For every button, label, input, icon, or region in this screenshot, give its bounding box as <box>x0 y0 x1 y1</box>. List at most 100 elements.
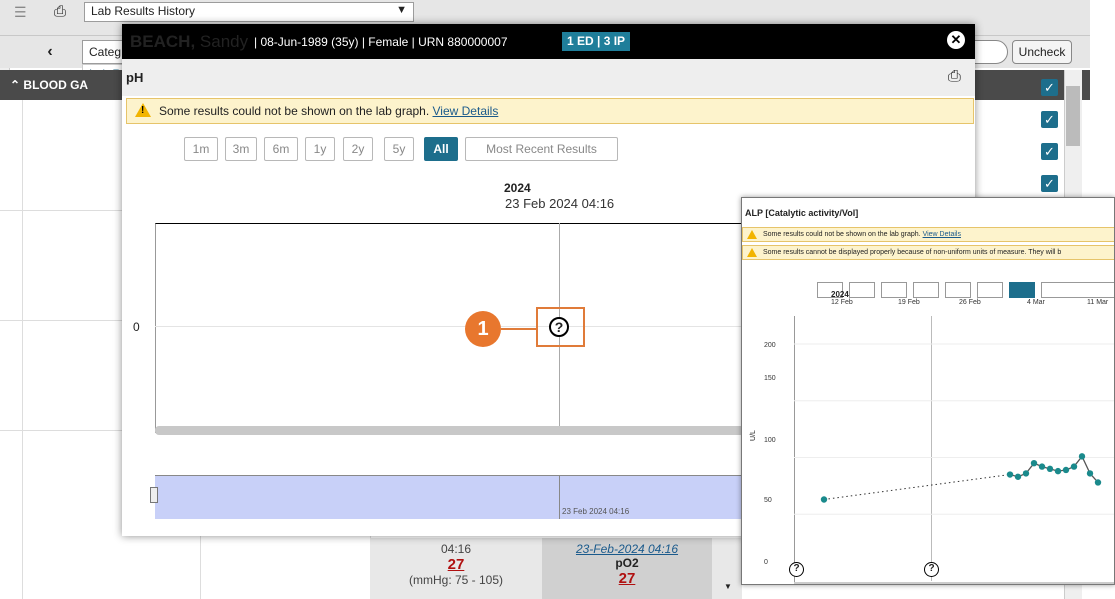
y-tick-label: 0 <box>133 320 140 334</box>
section-title: BLOOD GA <box>23 78 89 92</box>
y-tick-label: 100 <box>764 437 776 444</box>
horizontal-scrollbar[interactable] <box>794 582 1114 584</box>
print-icon[interactable]: ⎙ <box>948 68 961 86</box>
data-point[interactable] <box>820 496 828 503</box>
warning-icon: ! <box>135 103 151 117</box>
warning-banner: ! Some results could not be shown on the… <box>126 98 974 124</box>
navigator-handle[interactable] <box>150 487 158 503</box>
y-tick-label: 150 <box>764 375 776 382</box>
result-time: 04:16 <box>440 542 472 556</box>
range-button[interactable] <box>945 282 971 298</box>
inset-warning-2: Some results cannot be displayed properl… <box>742 245 1114 260</box>
x-axis-date: 23 Feb 2024 04:16 <box>505 196 615 211</box>
print-icon[interactable]: ⎙ <box>54 3 66 20</box>
warning-icon <box>747 230 757 239</box>
patient-banner <box>122 24 975 59</box>
x-axis-year: 2024 <box>831 290 849 299</box>
data-point[interactable] <box>1006 471 1014 478</box>
view-details-link[interactable]: View Details <box>923 231 961 238</box>
reference-range: (mmHg: 75 - 105) <box>408 573 504 587</box>
row-checkbox[interactable]: ✓ <box>1041 111 1058 128</box>
callout-line <box>501 328 537 330</box>
result-value-link[interactable]: 27 <box>370 556 542 573</box>
navigator-date: 23 Feb 2024 04:16 <box>562 507 630 516</box>
result-value-link[interactable]: 27 <box>542 570 712 587</box>
callout-badge: 1 <box>465 311 501 347</box>
alp-graph-inset: ALP [Catalytic activity/Vol] Some result… <box>741 197 1115 585</box>
data-point[interactable] <box>1030 459 1038 467</box>
view-details-link[interactable]: View Details <box>433 104 499 118</box>
chevron-up-icon: ⌃ <box>10 78 21 92</box>
x-tick-label: 19 Feb <box>898 299 920 306</box>
patient-details: | 08-Jun-1989 (35y) | Female | URN 88000… <box>254 35 508 49</box>
gap-line <box>823 474 1011 500</box>
y-tick-label: 200 <box>764 342 776 349</box>
close-icon[interactable]: ✕ <box>947 31 965 49</box>
range-all-button[interactable]: All <box>424 137 458 161</box>
range-5y-button[interactable]: 5y <box>384 137 414 161</box>
x-axis-year: 2024 <box>504 181 531 195</box>
range-all-button[interactable] <box>1009 282 1035 298</box>
inset-warning-1: Some results could not be shown on the l… <box>742 227 1114 242</box>
y-axis-unit: U/L <box>749 430 757 441</box>
view-select[interactable]: Lab Results History ▼ <box>84 2 414 22</box>
data-point[interactable] <box>1054 467 1062 475</box>
row-checkbox[interactable]: ✓ <box>1041 143 1058 160</box>
question-mark-icon[interactable]: ? <box>549 317 569 337</box>
y-tick-label: 50 <box>764 497 772 504</box>
data-point[interactable] <box>1046 465 1054 473</box>
inset-title: ALP [Catalytic activity/Vol] <box>745 208 859 218</box>
row-checkbox[interactable]: ✓ <box>1041 79 1058 96</box>
y-tick-label: 0 <box>764 559 768 566</box>
uncheck-button[interactable]: Uncheck <box>1012 40 1072 64</box>
most-recent-results-button[interactable] <box>1041 282 1114 298</box>
grid-line <box>22 100 23 599</box>
navigator[interactable] <box>155 475 775 519</box>
warning-text: Some results could not be shown on the l… <box>159 104 430 118</box>
data-point[interactable] <box>1062 466 1070 474</box>
range-6m-button[interactable]: 6m <box>264 137 298 161</box>
menu-icon[interactable]: ☰ <box>14 4 27 21</box>
data-point[interactable] <box>1038 463 1046 470</box>
x-tick-label: 12 Feb <box>831 299 853 306</box>
title-bar <box>122 59 975 96</box>
range-button[interactable] <box>881 282 907 298</box>
range-2y-button[interactable]: 2y <box>343 137 373 161</box>
navigator-cursor <box>559 475 560 519</box>
warning-text: Some results could not be shown on the l… <box>763 231 921 238</box>
data-point[interactable] <box>1078 453 1086 460</box>
range-button[interactable] <box>849 282 875 298</box>
range-button[interactable] <box>977 282 1003 298</box>
data-point[interactable] <box>1014 473 1022 480</box>
x-tick-label: 26 Feb <box>959 299 981 306</box>
data-point[interactable] <box>1094 479 1102 486</box>
patient-name: BEACH, Sandy <box>130 32 249 51</box>
data-point[interactable] <box>1022 470 1030 477</box>
x-tick-label: 11 Mar <box>1087 299 1109 306</box>
data-point[interactable] <box>1070 463 1078 470</box>
warning-text: Some results cannot be displayed properl… <box>763 249 1062 256</box>
x-tick-label: 4 Mar <box>1027 299 1045 306</box>
most-recent-results-button[interactable]: Most Recent Results <box>465 137 618 161</box>
row-checkbox[interactable]: ✓ <box>1041 175 1058 192</box>
range-button[interactable] <box>913 282 939 298</box>
question-mark-icon[interactable]: ? <box>789 562 804 577</box>
warning-icon <box>747 248 757 257</box>
question-mark-icon[interactable]: ? <box>924 562 939 577</box>
range-1m-button[interactable]: 1m <box>184 137 218 161</box>
chevron-down-icon: ▼ <box>396 4 407 16</box>
horizontal-scrollbar[interactable] <box>155 426 775 435</box>
series-line <box>1009 455 1099 483</box>
back-button[interactable]: ‹ <box>30 40 70 64</box>
range-1y-button[interactable]: 1y <box>305 137 335 161</box>
result-cell-highlight: 23-Feb-2024 04:16 pO2 27 <box>542 538 712 599</box>
range-3m-button[interactable]: 3m <box>225 137 257 161</box>
encounter-badge[interactable]: 1 ED | 3 IP <box>562 32 631 51</box>
alp-line-chart <box>794 343 1114 515</box>
data-point[interactable] <box>1086 470 1094 477</box>
chevron-down-icon[interactable]: ▼ <box>724 582 732 591</box>
scrollbar-thumb[interactable] <box>1066 86 1080 146</box>
result-datetime-link[interactable]: 23-Feb-2024 04:16 <box>542 542 712 556</box>
graph-title: pH <box>126 70 144 85</box>
result-cell: 04:16 27 (mmHg: 75 - 105) <box>370 538 542 599</box>
